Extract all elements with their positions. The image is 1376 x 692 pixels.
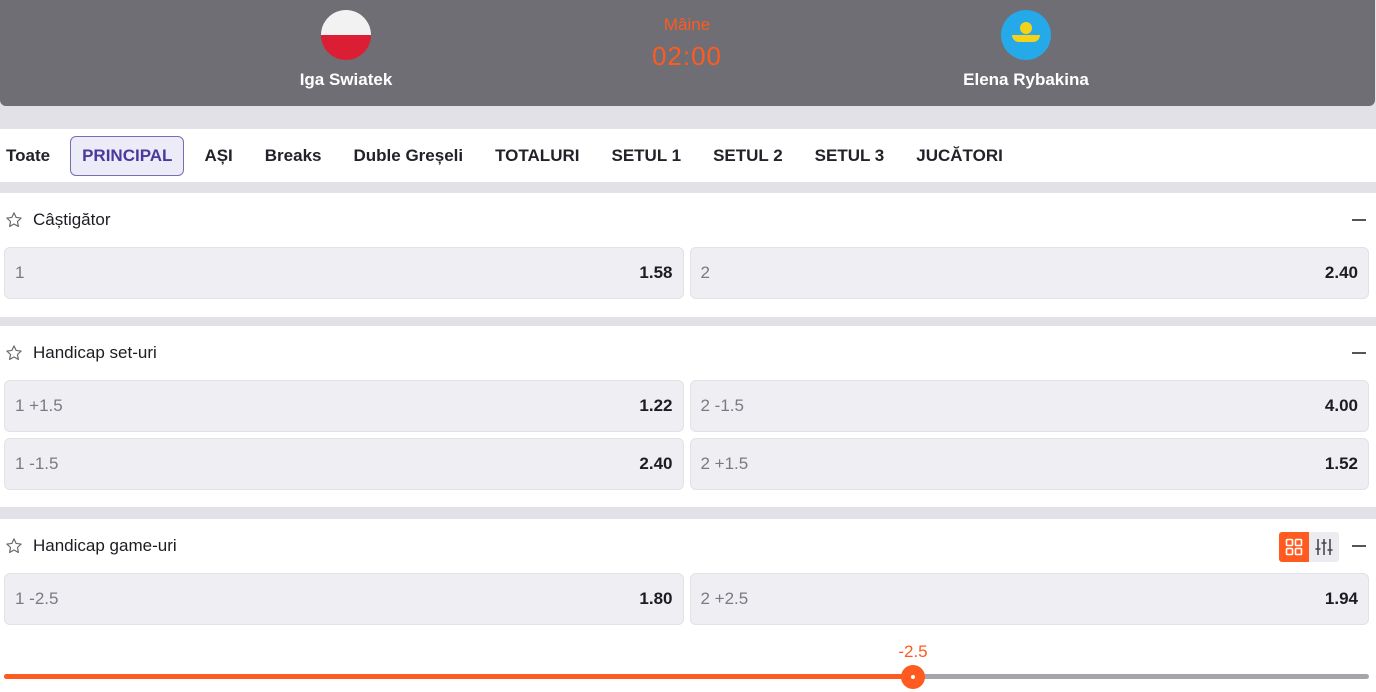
tab-toate[interactable]: Toate bbox=[5, 136, 62, 176]
odd-button[interactable]: 2 +2.5 1.94 bbox=[689, 573, 1369, 625]
match-start-time: 02:00 bbox=[651, 41, 723, 71]
view-toggle bbox=[1279, 532, 1339, 562]
odd-button[interactable]: 2 +1.5 1.52 bbox=[689, 438, 1369, 490]
odd-value: 4.00 bbox=[1324, 396, 1358, 415]
away-team[interactable]: Elena Rybakina bbox=[926, 10, 1126, 90]
market-header: Handicap game-uri bbox=[0, 519, 1376, 573]
tab-jucatori[interactable]: JUCĂTORI bbox=[904, 136, 1015, 176]
odd-value: 1.80 bbox=[639, 589, 673, 608]
market-winner: Câștigător 1 1.58 2 2.40 bbox=[0, 193, 1376, 317]
poland-flag-icon bbox=[321, 10, 371, 60]
star-icon[interactable] bbox=[5, 344, 23, 362]
home-team-name: Iga Swiatek bbox=[299, 70, 393, 89]
odd-button[interactable]: 1 +1.5 1.22 bbox=[4, 380, 684, 432]
grid-view-icon[interactable] bbox=[1279, 532, 1309, 562]
market-title: Handicap game-uri bbox=[33, 536, 177, 555]
market-title: Handicap set-uri bbox=[33, 343, 157, 362]
handicap-slider: -2.5 bbox=[0, 636, 1376, 692]
odd-label: 1 bbox=[15, 263, 25, 282]
odd-button[interactable]: 1 1.58 bbox=[4, 247, 684, 299]
tab-breaks[interactable]: Breaks bbox=[253, 136, 334, 176]
odd-value: 1.58 bbox=[639, 263, 673, 282]
slider-view-icon[interactable] bbox=[1309, 532, 1339, 562]
star-icon[interactable] bbox=[5, 537, 23, 555]
odd-label: 1 -1.5 bbox=[15, 454, 59, 473]
home-team[interactable]: Iga Swiatek bbox=[246, 10, 446, 90]
tab-setul-1[interactable]: SETUL 1 bbox=[599, 136, 693, 176]
odd-label: 2 +1.5 bbox=[700, 454, 749, 473]
odd-value: 1.52 bbox=[1324, 454, 1358, 473]
market-tabs: Toate PRINCIPAL AȘI Breaks Duble Greșeli… bbox=[0, 129, 1376, 182]
odd-button[interactable]: 2 -1.5 4.00 bbox=[689, 380, 1369, 432]
tab-duble-greseli[interactable]: Duble Greșeli bbox=[342, 136, 476, 176]
market-header: Handicap set-uri bbox=[0, 326, 1376, 380]
slider-thumb[interactable] bbox=[901, 665, 926, 689]
slider-fill bbox=[4, 674, 914, 679]
tab-principal[interactable]: PRINCIPAL bbox=[70, 135, 185, 176]
odd-label: 2 +2.5 bbox=[700, 589, 749, 608]
odd-button[interactable]: 2 2.40 bbox=[689, 247, 1369, 299]
star-icon[interactable] bbox=[5, 211, 23, 229]
odds-row: 1 +1.5 1.22 2 -1.5 4.00 bbox=[0, 380, 1376, 438]
tab-totaluri[interactable]: TOTALURI bbox=[483, 136, 591, 176]
odd-button[interactable]: 1 -2.5 1.80 bbox=[4, 573, 684, 625]
odd-button[interactable]: 1 -1.5 2.40 bbox=[4, 438, 684, 490]
market-header: Câștigător bbox=[0, 193, 1376, 247]
market-title: Câștigător bbox=[33, 210, 111, 229]
kazakhstan-flag-icon bbox=[1001, 10, 1051, 60]
odd-label: 1 -2.5 bbox=[15, 589, 59, 608]
market-set-handicap: Handicap set-uri 1 +1.5 1.22 2 -1.5 4.00… bbox=[0, 326, 1376, 507]
match-header: Iga Swiatek Mâine 02:00 Elena Rybakina bbox=[0, 0, 1375, 106]
odd-value: 1.22 bbox=[639, 396, 673, 415]
collapse-icon[interactable] bbox=[1352, 545, 1366, 547]
tab-setul-2[interactable]: SETUL 2 bbox=[701, 136, 795, 176]
away-team-name: Elena Rybakina bbox=[963, 70, 1089, 89]
collapse-icon[interactable] bbox=[1352, 352, 1366, 354]
odds-row: 1 -2.5 1.80 2 +2.5 1.94 bbox=[0, 573, 1376, 631]
odd-value: 2.40 bbox=[1324, 263, 1358, 282]
collapse-icon[interactable] bbox=[1352, 219, 1366, 221]
tab-setul-3[interactable]: SETUL 3 bbox=[803, 136, 897, 176]
odd-value: 2.40 bbox=[639, 454, 673, 473]
tab-asi[interactable]: AȘI bbox=[192, 136, 244, 176]
odds-row: 1 -1.5 2.40 2 +1.5 1.52 bbox=[0, 438, 1376, 496]
match-time: Mâine 02:00 bbox=[587, 15, 787, 72]
slider-value: -2.5 bbox=[898, 642, 928, 661]
odds-row: 1 1.58 2 2.40 bbox=[0, 247, 1376, 305]
odd-label: 2 -1.5 bbox=[700, 396, 744, 415]
slider-track[interactable] bbox=[4, 665, 1369, 689]
odd-value: 1.94 bbox=[1324, 589, 1358, 608]
match-day: Mâine bbox=[663, 15, 711, 34]
odd-label: 2 bbox=[700, 263, 710, 282]
odd-label: 1 +1.5 bbox=[15, 396, 63, 415]
